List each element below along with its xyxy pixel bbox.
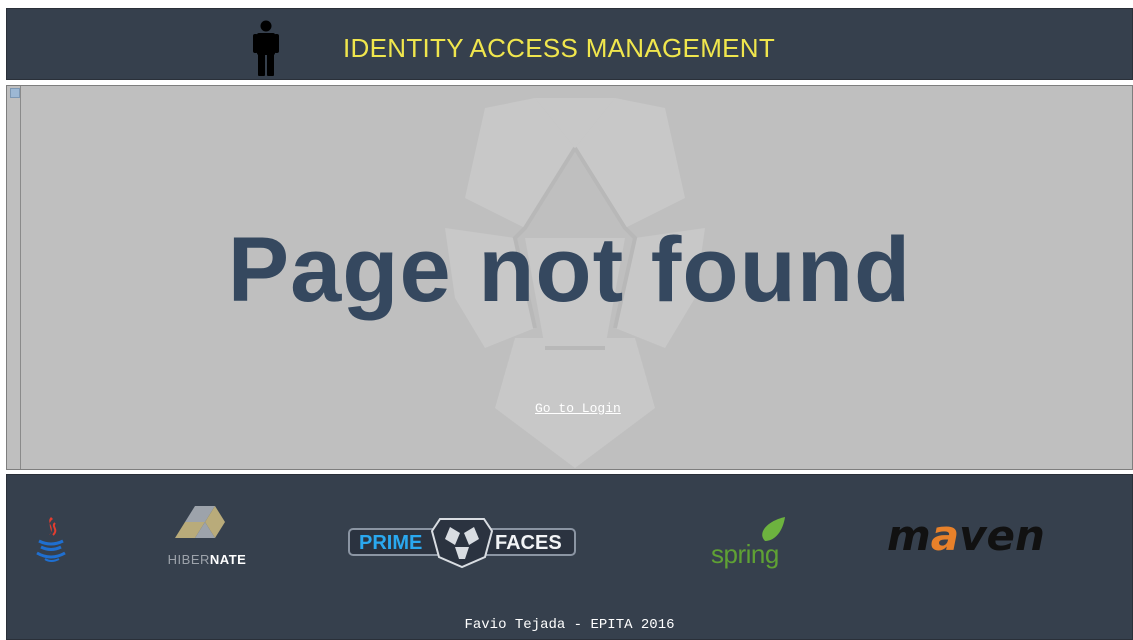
primefaces-logo: PRIME FACES bbox=[348, 518, 576, 569]
error-heading: Page not found bbox=[227, 219, 912, 321]
spring-logo: spring bbox=[711, 515, 791, 570]
primefaces-left-text: PRIME bbox=[359, 532, 422, 554]
java-logo bbox=[36, 517, 66, 562]
spring-wordmark: spring bbox=[711, 539, 779, 569]
primefaces-right-text: FACES bbox=[495, 532, 562, 554]
go-to-login-link[interactable]: Go to Login bbox=[535, 401, 621, 416]
main-content: Page not found Go to Login bbox=[6, 85, 1133, 470]
person-icon bbox=[253, 20, 279, 76]
hibernate-mark-icon bbox=[175, 506, 225, 538]
hibernate-logo: HIBERNATE bbox=[157, 502, 257, 577]
hibernate-wordmark: HIBERNATE bbox=[167, 552, 247, 567]
maven-logo: maven bbox=[887, 511, 1045, 560]
copyright-text: Favio Tejada - EPITA 2016 bbox=[464, 617, 675, 633]
page-title: IDENTITY ACCESS MANAGEMENT bbox=[343, 33, 776, 63]
app-header: IDENTITY ACCESS MANAGEMENT bbox=[6, 8, 1133, 80]
panel-toggle-icon[interactable] bbox=[10, 88, 20, 98]
app-footer: HIBERNATE PRIME FACES spring maven Favio… bbox=[6, 474, 1133, 640]
